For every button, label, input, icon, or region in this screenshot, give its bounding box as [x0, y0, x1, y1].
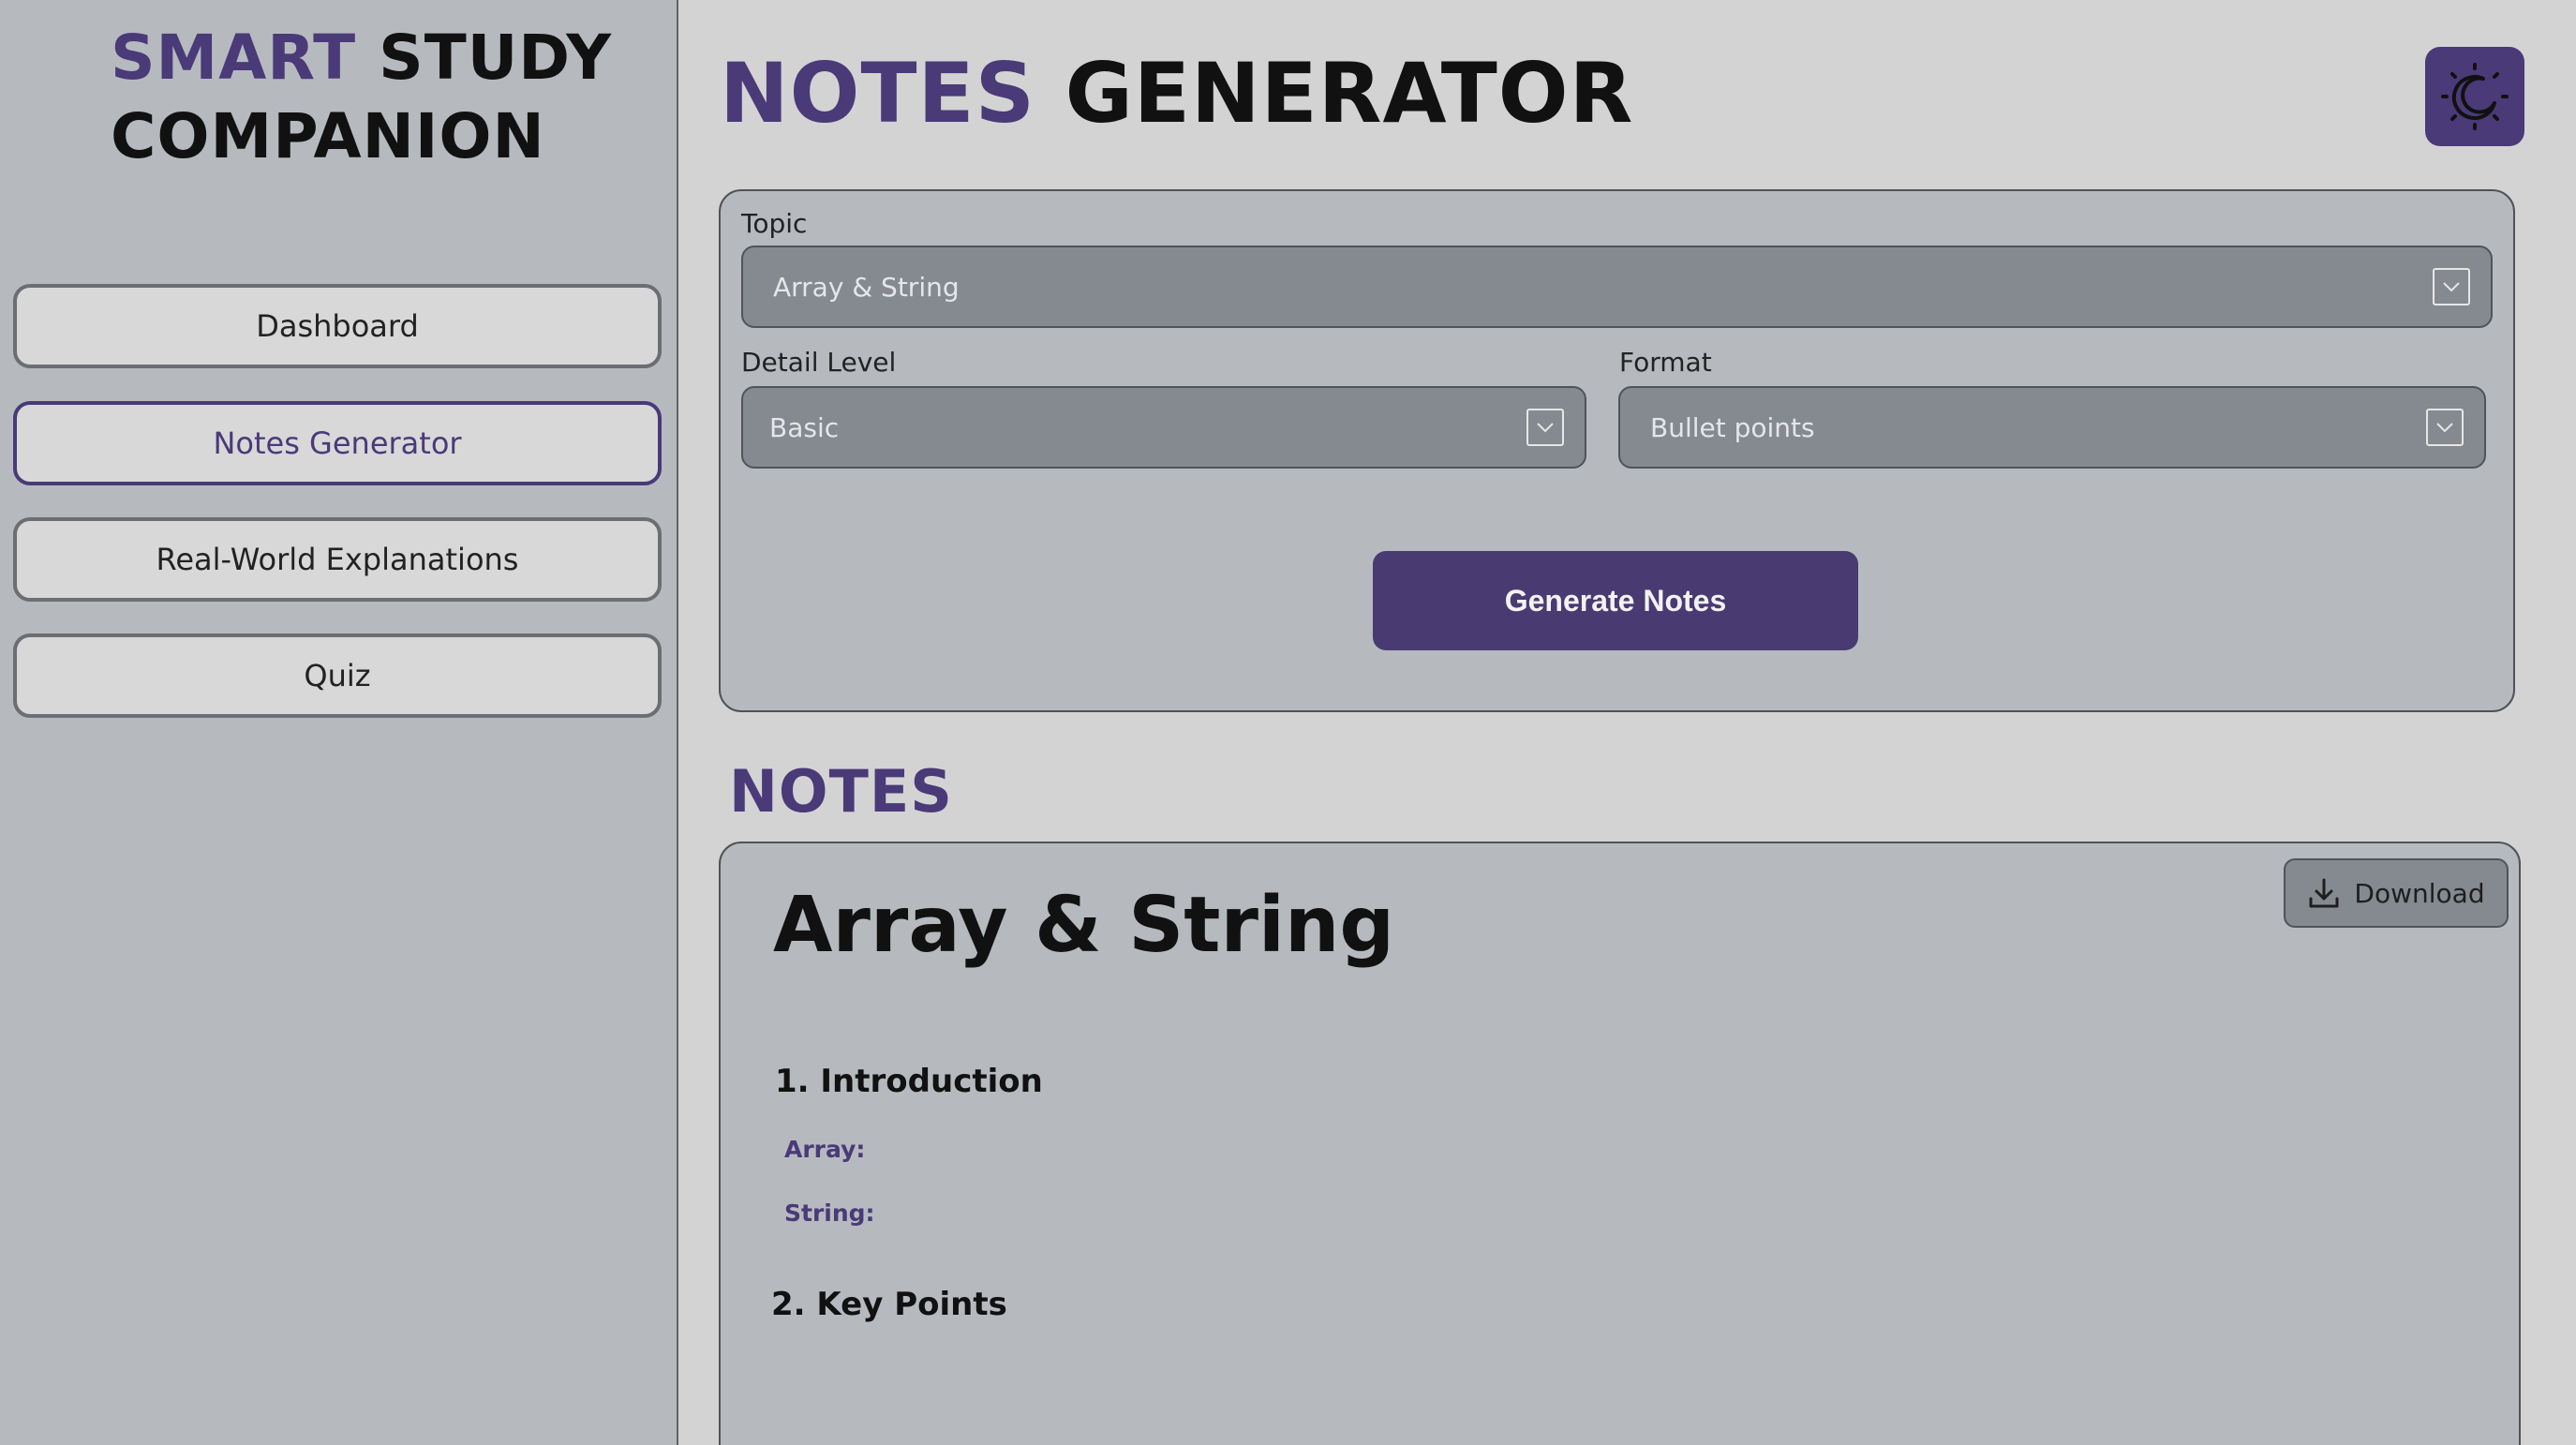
download-button-label: Download: [2354, 877, 2485, 909]
download-button[interactable]: Download: [2284, 858, 2509, 928]
notes-section-title: 1. Introduction: [775, 1063, 1043, 1100]
notes-document-title: Array & String: [773, 881, 1395, 970]
sidebar-item-notes-generator[interactable]: Notes Generator: [13, 401, 662, 485]
topic-select[interactable]: Array & String: [741, 246, 2493, 328]
brand-word-study: STUDY: [379, 22, 613, 94]
theme-toggle-button[interactable]: [2425, 47, 2524, 146]
sidebar-item-real-world-explanations[interactable]: Real-World Explanations: [13, 517, 662, 602]
notes-section-heading: NOTES: [729, 757, 953, 826]
brand-word-companion: COMPANION: [111, 100, 545, 172]
brand-accent: SMART: [111, 22, 357, 94]
notes-output-panel: Download Array & String 1. Introduction …: [719, 842, 2521, 1445]
sidebar-item-quiz[interactable]: Quiz: [13, 633, 662, 718]
format-select[interactable]: Bullet points: [1618, 386, 2486, 469]
notes-subitem: Array:: [784, 1136, 866, 1163]
detail-level-label: Detail Level: [741, 347, 897, 378]
sidebar-item-label: Notes Generator: [213, 425, 462, 461]
chevron-down-icon: [1526, 409, 1564, 446]
detail-level-select-value: Basic: [769, 411, 840, 443]
detail-level-select[interactable]: Basic: [741, 386, 1586, 469]
topic-select-value: Array & String: [773, 271, 960, 303]
format-select-value: Bullet points: [1650, 411, 1815, 443]
page-title-rest: GENERATOR: [1065, 45, 1634, 142]
sidebar-item-label: Dashboard: [256, 308, 419, 344]
page-title-accent: NOTES: [720, 45, 1035, 142]
notes-section-title: 2. Key Points: [771, 1286, 1007, 1323]
chevron-down-icon: [2426, 409, 2464, 446]
page-title: NOTES GENERATOR: [720, 45, 1633, 142]
notes-form-panel: Topic Array & String Detail Level Basic …: [719, 189, 2515, 712]
topic-label: Topic: [741, 208, 808, 239]
chevron-down-icon: [2433, 268, 2470, 305]
notes-subitem: String:: [784, 1199, 875, 1227]
sidebar-item-dashboard[interactable]: Dashboard: [13, 284, 662, 368]
format-label: Format: [1619, 347, 1712, 378]
generate-notes-button[interactable]: Generate Notes: [1373, 551, 1858, 650]
download-icon: [2309, 878, 2339, 908]
moon-sun-icon: [2441, 63, 2509, 130]
app-brand: SMART STUDY COMPANION: [111, 19, 635, 176]
sidebar: SMART STUDY COMPANION Dashboard Notes Ge…: [0, 0, 678, 1445]
sidebar-item-label: Quiz: [304, 658, 371, 693]
sidebar-item-label: Real-World Explanations: [156, 542, 519, 577]
